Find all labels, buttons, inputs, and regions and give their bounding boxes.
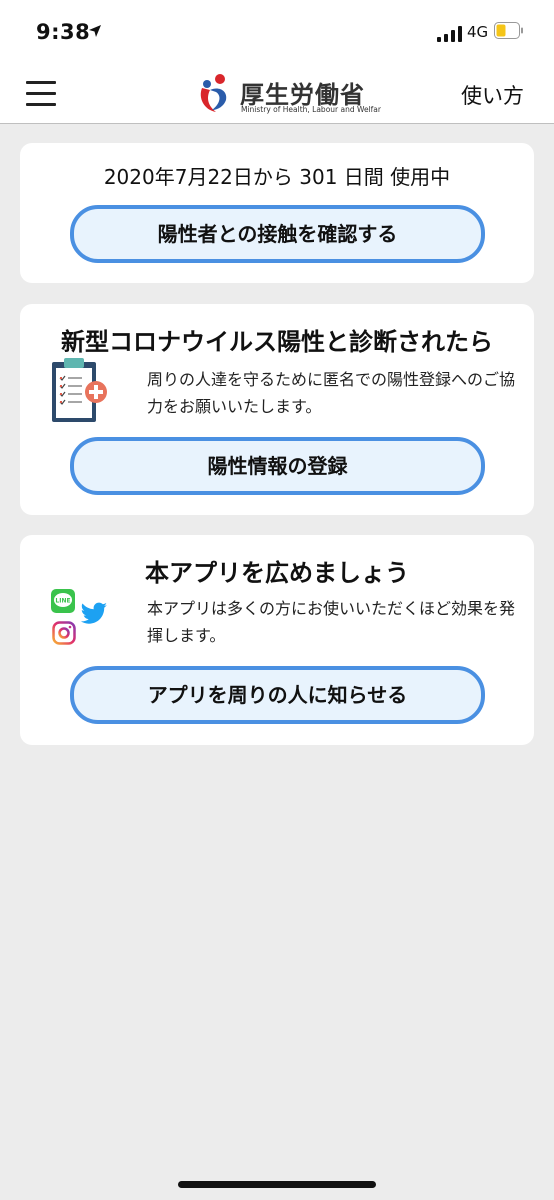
- instagram-icon[interactable]: [52, 621, 76, 645]
- line-icon-text: LINE: [55, 598, 70, 605]
- nav-bar: 厚生労働省 Ministry of Health, Labour and Wel…: [0, 62, 554, 124]
- mhlw-logo: 厚生労働省 Ministry of Health, Labour and Wel…: [196, 72, 381, 118]
- logo-subtitle: Ministry of Health, Labour and Welfar: [241, 105, 381, 114]
- usage-days-text: 2020年7月22日から 301 日間 使用中: [103, 165, 451, 189]
- share-card-description: 本アプリは多くの方にお使いいただくほど効果を発揮します。: [147, 599, 516, 645]
- mhlw-emblem-icon: [200, 74, 227, 112]
- check-contact-button[interactable]: 陽性者との接触を確認する: [70, 205, 485, 263]
- share-app-button[interactable]: アプリを周りの人に知らせる: [70, 666, 485, 724]
- positive-registration-card: 新型コロナウイルス陽性と診断されたら 周りの人達を守るために匿名での陽性登録への…: [20, 304, 534, 515]
- usage-card: 2020年7月22日から 301 日間 使用中 陽性者との接触を確認する: [20, 143, 534, 283]
- share-app-card: 本アプリを広めましょう LINE 本アプリは多くの方にお使いいただくほど効果を発…: [20, 535, 534, 745]
- network-type: 4G: [467, 23, 489, 41]
- status-bar: 9:38 4G: [0, 0, 554, 62]
- signal-bars-icon: [437, 26, 462, 42]
- register-positive-button[interactable]: 陽性情報の登録: [70, 437, 485, 495]
- howto-link[interactable]: 使い方: [461, 80, 524, 110]
- location-arrow-icon: [89, 25, 101, 37]
- share-card-title: 本アプリを広めましょう: [145, 559, 409, 587]
- positive-card-title: 新型コロナウイルス陽性と診断されたら: [61, 328, 493, 356]
- clipboard-medical-icon: [52, 358, 107, 422]
- status-time: 9:38: [36, 20, 91, 44]
- hamburger-menu-icon[interactable]: [26, 80, 56, 106]
- home-indicator[interactable]: [178, 1181, 376, 1188]
- twitter-icon[interactable]: [80, 602, 108, 626]
- positive-card-description: 周りの人達を守るために匿名での陽性登録へのご協力をお願いいたします。: [147, 370, 516, 416]
- battery-icon: [494, 22, 523, 39]
- line-icon[interactable]: LINE: [51, 589, 75, 613]
